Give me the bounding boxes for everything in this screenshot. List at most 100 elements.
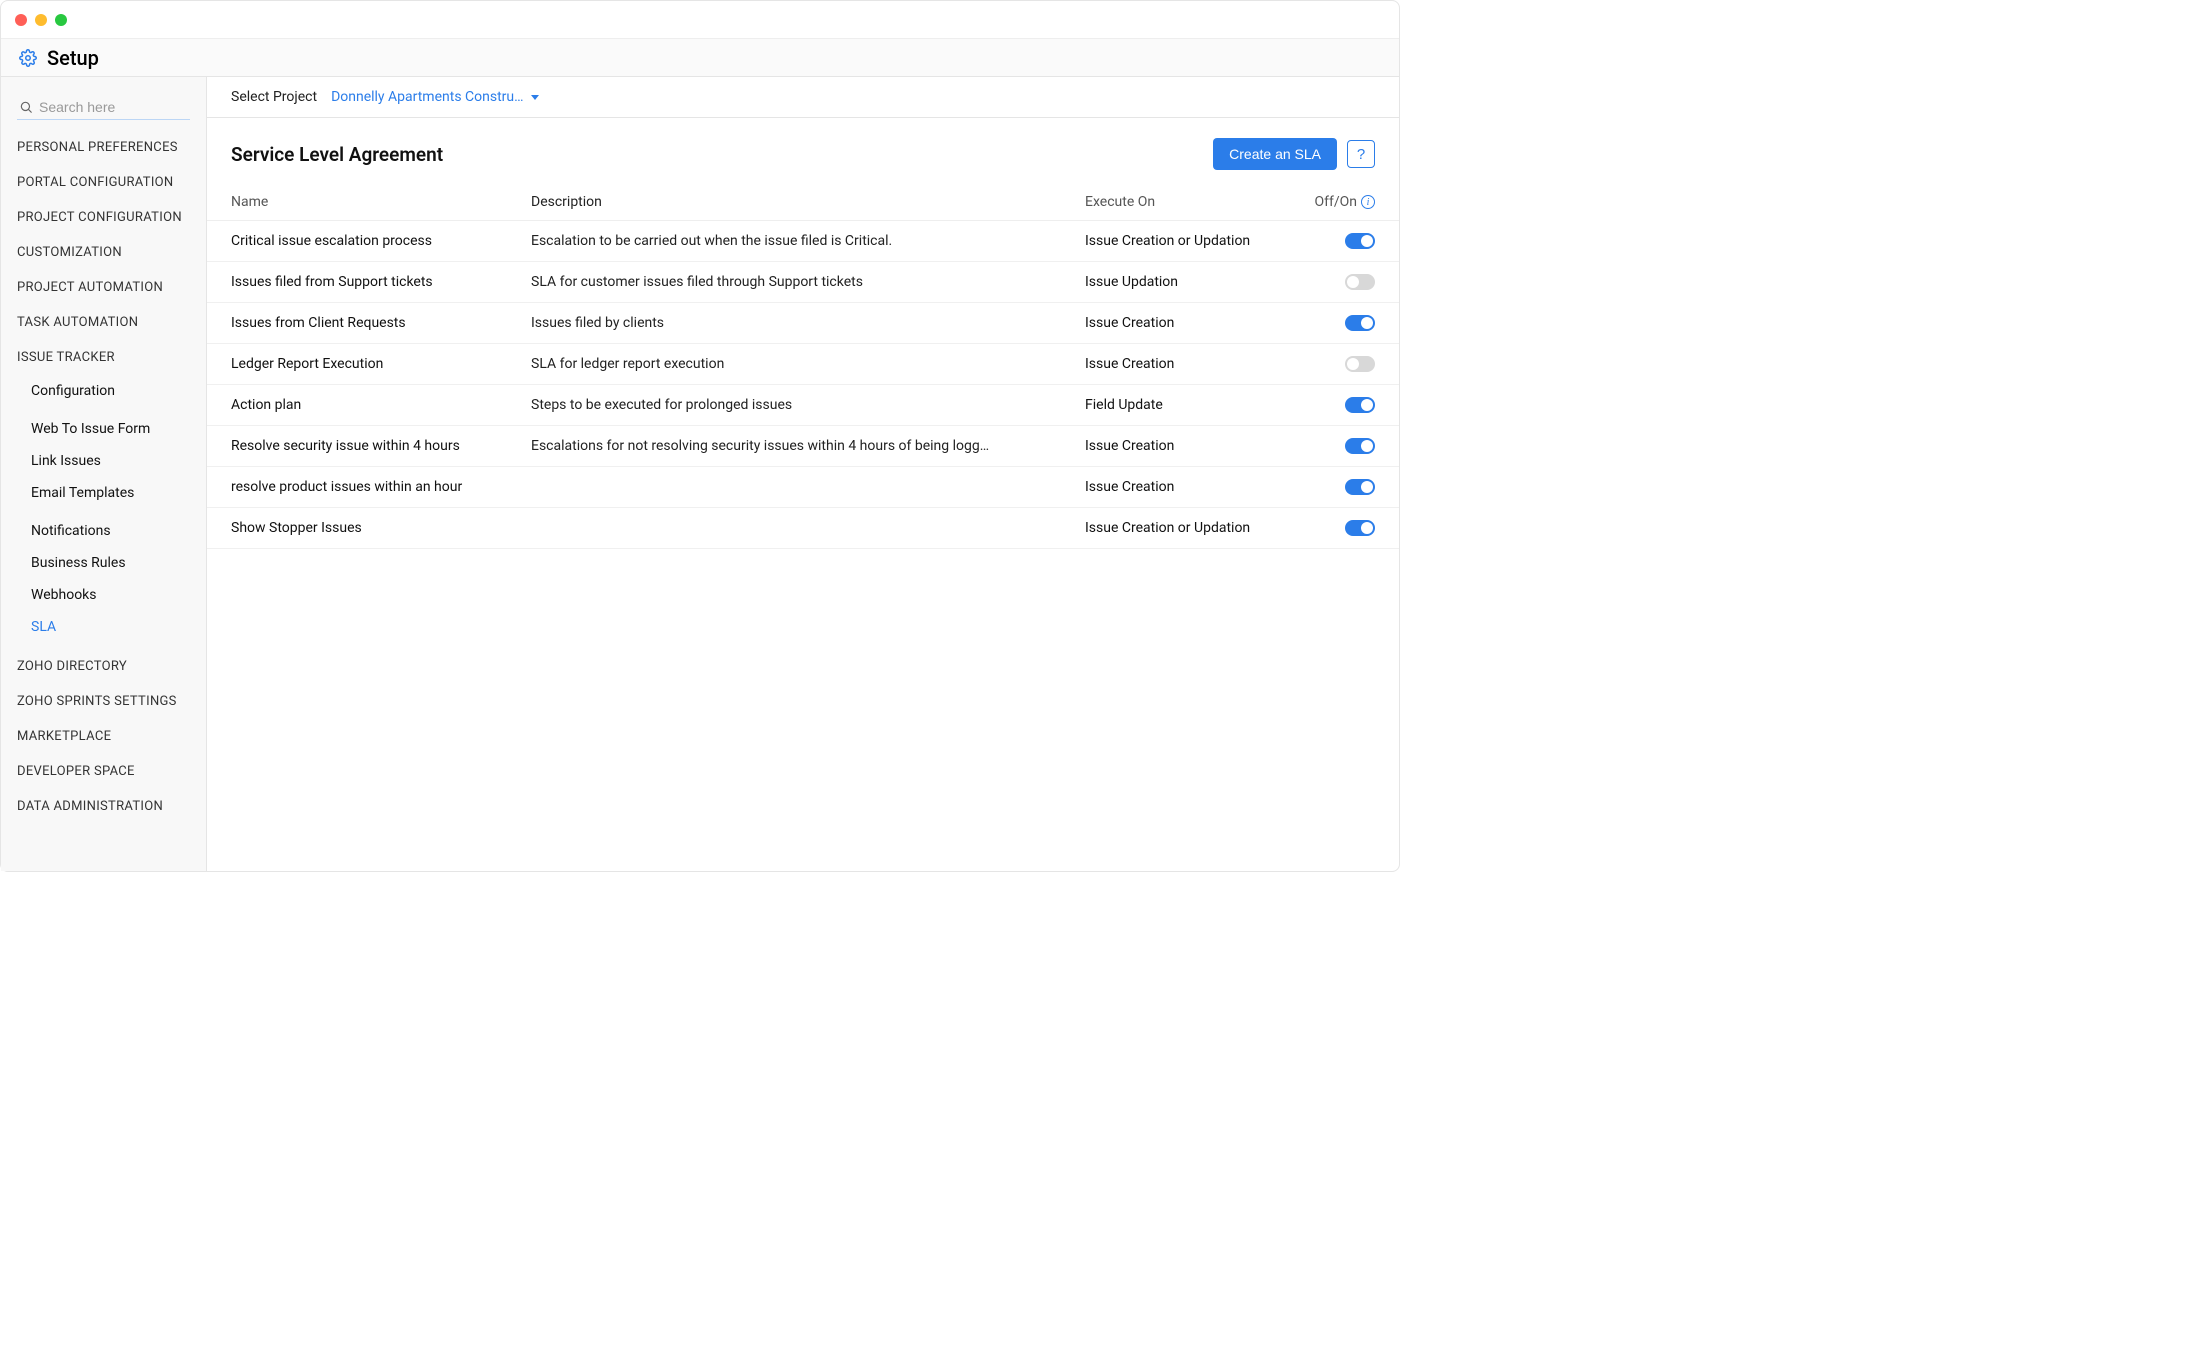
cell-name: Ledger Report Execution — [231, 356, 531, 372]
sidebar-item-web-to-issue-form[interactable]: Web To Issue Form — [31, 413, 190, 445]
sla-toggle[interactable] — [1345, 274, 1375, 290]
cell-toggle — [1305, 274, 1375, 290]
cell-execute-on: Issue Creation or Updation — [1085, 233, 1305, 249]
cell-execute-on: Issue Creation — [1085, 315, 1305, 331]
column-header-description: Description — [531, 194, 1085, 210]
project-selector-value: Donnelly Apartments Constru… — [331, 89, 523, 105]
sidebar-item-business-rules[interactable]: Business Rules — [31, 547, 190, 579]
toggle-knob — [1361, 399, 1373, 411]
cell-description: Steps to be executed for prolonged issue… — [531, 397, 1085, 413]
search-input[interactable] — [39, 99, 188, 115]
cell-name: resolve product issues within an hour — [231, 479, 531, 495]
cell-toggle — [1305, 520, 1375, 536]
sidebar-item-sla[interactable]: SLA — [31, 611, 190, 643]
project-selector-label: Select Project — [231, 89, 317, 105]
sidebar-cat-marketplace[interactable]: MARKETPLACE — [17, 719, 190, 754]
toggle-knob — [1347, 358, 1359, 370]
table-header: Name Description Execute On Off/On i — [207, 186, 1399, 221]
sidebar-item-link-issues[interactable]: Link Issues — [31, 445, 190, 477]
sidebar-item-configuration[interactable]: Configuration — [31, 375, 190, 407]
window-close-button[interactable] — [15, 14, 27, 26]
sla-toggle[interactable] — [1345, 397, 1375, 413]
gear-icon — [19, 49, 37, 67]
cell-name: Issues filed from Support tickets — [231, 274, 531, 290]
sidebar-cat-zoho-sprints-settings[interactable]: ZOHO SPRINTS SETTINGS — [17, 684, 190, 719]
toggle-knob — [1361, 440, 1373, 452]
sla-toggle[interactable] — [1345, 520, 1375, 536]
window-maximize-button[interactable] — [55, 14, 67, 26]
toggle-knob — [1361, 235, 1373, 247]
sla-toggle[interactable] — [1345, 356, 1375, 372]
table-row[interactable]: resolve product issues within an hour Iss… — [207, 467, 1399, 508]
cell-name: Action plan — [231, 397, 531, 413]
window-titlebar — [1, 1, 1399, 39]
search-box[interactable] — [17, 95, 190, 120]
cell-execute-on: Field Update — [1085, 397, 1305, 413]
info-icon[interactable]: i — [1361, 195, 1375, 209]
cell-execute-on: Issue Creation — [1085, 438, 1305, 454]
cell-execute-on: Issue Creation or Updation — [1085, 520, 1305, 536]
main-content: Select Project Donnelly Apartments Const… — [207, 77, 1399, 871]
page-title: Service Level Agreement — [231, 143, 443, 166]
table-row[interactable]: Issues filed from Support ticketsSLA for… — [207, 262, 1399, 303]
sidebar-cat-zoho-directory[interactable]: ZOHO DIRECTORY — [17, 649, 190, 684]
cell-toggle — [1305, 438, 1375, 454]
table-row[interactable]: Ledger Report ExecutionSLA for ledger re… — [207, 344, 1399, 385]
cell-execute-on: Issue Creation — [1085, 356, 1305, 372]
column-header-execute-on: Execute On — [1085, 194, 1305, 210]
sidebar-cat-data-administration[interactable]: DATA ADMINISTRATION — [17, 789, 190, 824]
cell-toggle — [1305, 397, 1375, 413]
sidebar-cat-customization[interactable]: CUSTOMIZATION — [17, 235, 190, 270]
cell-name: Issues from Client Requests — [231, 315, 531, 331]
app-header: Setup — [1, 39, 1399, 77]
sidebar-cat-personal-preferences[interactable]: PERSONAL PREFERENCES — [17, 130, 190, 165]
column-header-name: Name — [231, 194, 531, 210]
cell-toggle — [1305, 315, 1375, 331]
sla-table: Name Description Execute On Off/On i Cri… — [207, 186, 1399, 549]
sla-toggle[interactable] — [1345, 233, 1375, 249]
sidebar: PERSONAL PREFERENCES PORTAL CONFIGURATIO… — [1, 77, 207, 871]
sidebar-cat-portal-configuration[interactable]: PORTAL CONFIGURATION — [17, 165, 190, 200]
cell-description: Escalations for not resolving security i… — [531, 438, 1085, 454]
sidebar-cat-project-configuration[interactable]: PROJECT CONFIGURATION — [17, 200, 190, 235]
toggle-knob — [1347, 276, 1359, 288]
create-sla-button[interactable]: Create an SLA — [1213, 138, 1337, 170]
cell-description: SLA for ledger report execution — [531, 356, 1085, 372]
sla-toggle[interactable] — [1345, 479, 1375, 495]
sidebar-cat-issue-tracker[interactable]: ISSUE TRACKER — [17, 340, 190, 375]
project-selector-bar: Select Project Donnelly Apartments Const… — [207, 77, 1399, 118]
sidebar-cat-developer-space[interactable]: DEVELOPER SPACE — [17, 754, 190, 789]
cell-toggle — [1305, 356, 1375, 372]
cell-toggle — [1305, 479, 1375, 495]
help-button[interactable]: ? — [1347, 140, 1375, 168]
sidebar-cat-project-automation[interactable]: PROJECT AUTOMATION — [17, 270, 190, 305]
cell-execute-on: Issue Creation — [1085, 479, 1305, 495]
cell-toggle — [1305, 233, 1375, 249]
page-setup-title: Setup — [47, 46, 99, 70]
cell-name: Show Stopper Issues — [231, 520, 531, 536]
column-header-off-on-label: Off/On — [1314, 194, 1357, 210]
sla-toggle[interactable] — [1345, 315, 1375, 331]
sidebar-item-email-templates[interactable]: Email Templates — [31, 477, 190, 509]
sidebar-item-notifications[interactable]: Notifications — [31, 515, 190, 547]
toggle-knob — [1361, 481, 1373, 493]
cell-execute-on: Issue Updation — [1085, 274, 1305, 290]
table-row[interactable]: Critical issue escalation processEscalat… — [207, 221, 1399, 262]
table-row[interactable]: Issues from Client RequestsIssues filed … — [207, 303, 1399, 344]
table-row[interactable]: Resolve security issue within 4 hoursEsc… — [207, 426, 1399, 467]
column-header-off-on: Off/On i — [1305, 194, 1375, 210]
cell-name: Resolve security issue within 4 hours — [231, 438, 531, 454]
toggle-knob — [1361, 522, 1373, 534]
sla-toggle[interactable] — [1345, 438, 1375, 454]
project-selector-dropdown[interactable]: Donnelly Apartments Constru… — [331, 89, 539, 105]
chevron-down-icon — [531, 95, 539, 100]
window-minimize-button[interactable] — [35, 14, 47, 26]
table-row[interactable]: Show Stopper Issues Issue Creation or Upd… — [207, 508, 1399, 549]
search-icon — [19, 100, 33, 114]
table-row[interactable]: Action planSteps to be executed for prol… — [207, 385, 1399, 426]
cell-description: Issues filed by clients — [531, 315, 1085, 331]
sidebar-item-webhooks[interactable]: Webhooks — [31, 579, 190, 611]
cell-description: SLA for customer issues filed through Su… — [531, 274, 1085, 290]
cell-description: Escalation to be carried out when the is… — [531, 233, 1085, 249]
sidebar-cat-task-automation[interactable]: TASK AUTOMATION — [17, 305, 190, 340]
